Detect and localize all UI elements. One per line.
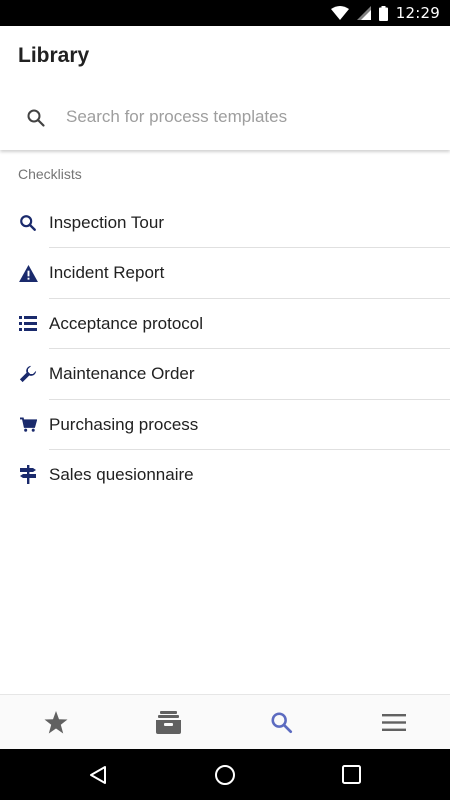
inbox-icon: [155, 711, 181, 734]
search-input[interactable]: [66, 102, 426, 132]
menu-icon: [382, 714, 406, 731]
search-icon: [18, 213, 38, 233]
list-item-label: Inspection Tour: [49, 213, 164, 232]
cell-signal-icon: [356, 6, 371, 20]
recents-icon: [341, 765, 361, 784]
wrench-icon: [18, 364, 38, 384]
list-icon: [18, 314, 38, 334]
nav-search-button[interactable]: [225, 695, 337, 750]
page-title: Library: [18, 44, 90, 67]
recents-button[interactable]: [311, 749, 391, 800]
list-item[interactable]: Inspection Tour: [0, 198, 450, 249]
status-time: 12:29: [395, 4, 440, 22]
bottom-nav: [0, 694, 450, 749]
app-bar: Library: [0, 26, 450, 150]
status-bar: 12:29: [0, 0, 450, 26]
back-button[interactable]: [58, 749, 138, 800]
cart-icon: [18, 415, 38, 435]
checklist-list: Inspection Tour Incident Report Acceptan…: [0, 198, 450, 500]
list-item-label: Acceptance protocol: [49, 313, 204, 333]
nav-favorites-button[interactable]: [0, 695, 112, 750]
home-icon: [215, 764, 235, 785]
list-item[interactable]: Incident Report: [0, 248, 450, 299]
list-item-label: Maintenance Order: [49, 364, 195, 384]
list-item[interactable]: Acceptance protocol: [0, 299, 450, 350]
battery-icon: [378, 5, 388, 21]
warning-icon: [18, 263, 38, 283]
list-item[interactable]: Purchasing process: [0, 400, 450, 450]
nav-menu-button[interactable]: [338, 695, 450, 750]
section-header-checklists: Checklists: [18, 166, 82, 182]
nav-inbox-button[interactable]: [112, 695, 224, 750]
star-icon: [44, 711, 68, 734]
search-icon: [270, 712, 292, 734]
system-nav-bar: [0, 749, 450, 800]
list-item[interactable]: Sales quesionnaire: [0, 450, 450, 500]
wifi-icon: [330, 6, 349, 20]
signpost-icon: [18, 465, 38, 485]
list-item-label: Purchasing process: [49, 414, 199, 434]
search-icon: [27, 109, 45, 127]
list-item[interactable]: Maintenance Order: [0, 349, 450, 400]
search-bar[interactable]: [0, 94, 450, 140]
list-item-label: Incident Report: [49, 263, 165, 283]
home-button[interactable]: [185, 749, 265, 800]
back-icon: [90, 765, 106, 784]
list-item-label: Sales quesionnaire: [49, 464, 194, 484]
